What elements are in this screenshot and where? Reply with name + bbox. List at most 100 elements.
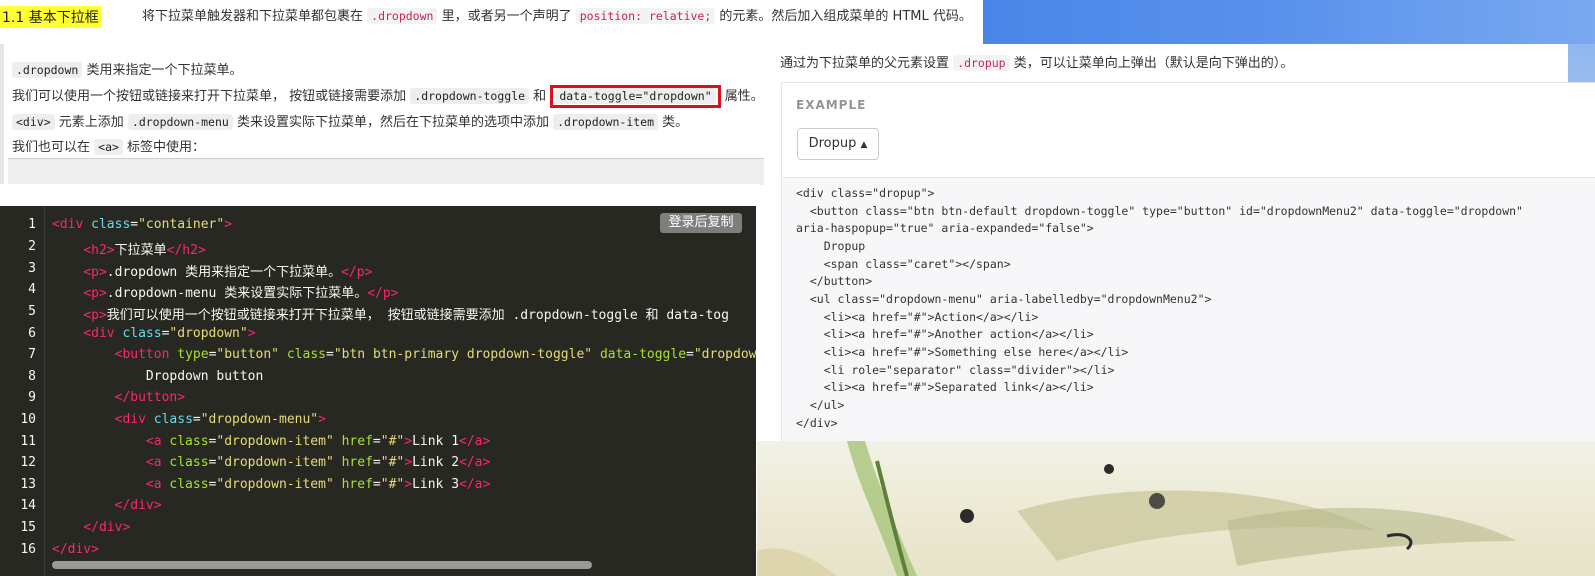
inline-code: .dropdown [12,62,83,78]
intro-text: 的元素。然后加入组成菜单的 HTML 代码。 [715,9,972,24]
example-code-line: <li><a href="#">Action</a></li> [796,310,1039,324]
article-text: 属性。 [720,89,764,104]
code-text: Link 1 [412,434,460,449]
copy-after-login-button[interactable]: 登录后复制 [660,213,742,233]
article-body: .dropdown 类用来指定一个下拉菜单。 我们可以使用一个按钮或链接来打开下… [0,44,764,185]
code-line: <h2>下拉菜单</h2> [83,243,206,258]
example-code-line: <li><a href="#">Another action</a></li> [796,327,1094,341]
example-label: EXAMPLE [796,98,867,112]
article-text: 标签中使用： [122,140,206,155]
background-banner [983,0,1595,44]
article-text: 和 [529,89,551,104]
spacer [0,184,760,206]
example-code-line: <ul class="dropdown-menu" aria-labelledb… [796,292,1212,306]
example-code-line: <li><a href="#">Something else here</a><… [796,345,1129,359]
intro-text: 里，或者另一个声明了 [437,9,576,24]
article-text: 元素上添加 [54,115,128,130]
code-line: <button type="button" class="btn btn-pri… [114,347,756,362]
article-line: .dropdown 类用来指定一个下拉菜单。 [12,59,242,78]
article-text: 类来设置实际下拉菜单，然后在下拉菜单的选项中添加 [232,115,554,130]
code-text: Link 2 [412,455,460,470]
article-text: 类。 [658,115,689,130]
example-code-line: <button class="btn btn-default dropdown-… [796,204,1523,218]
code-line: <p>我们可以使用一个按钮或链接来打开下拉菜单， 按钮或链接需要添加 .drop… [83,308,729,323]
code-line: </div> [52,542,99,557]
dropup-button-label: Dropup [808,136,857,151]
example-code-line: </div> [796,416,838,430]
code-block-preview [8,158,764,185]
code-text: .dropdown 类用来指定一个下拉菜单。 [106,265,342,280]
article-text: 类用来指定一个下拉菜单。 [82,63,243,78]
example-code-line: <li role="separator" class="divider"></l… [796,363,1115,377]
line-number: 5 [28,304,36,319]
article-text: 我们也可以在 [12,140,95,155]
inline-code: <a> [94,139,123,155]
line-number: 4 [28,282,36,297]
line-number: 10 [20,412,36,427]
example-code-line: <li><a href="#">Separated link</a></li> [796,380,1094,394]
intro-code-position: position: relative; [575,8,716,24]
dropup-text: 类，可以让菜单向上弹出（默认是向下弹出的）。 [1009,56,1294,71]
line-number: 7 [28,347,36,362]
code-text: Dropdown button [145,369,264,384]
section-title: 1.1 基本下拉框 [0,6,101,28]
code-line: <a class="dropdown-item" href="#">Link 3… [145,477,491,492]
section-heading: 1.1 基本下拉框 [0,0,130,40]
code-line: <p>.dropdown-menu 类来设置实际下拉菜单。</p> [83,286,399,301]
dropup-button[interactable]: Dropup ▲ [797,128,879,160]
code-line: </button> [114,390,186,405]
example-code-line: Dropup [796,239,866,253]
example-card: EXAMPLE Dropup ▲ [781,82,1595,178]
example-code-line: <span class="caret"></span> [796,257,1011,271]
code-text: .dropdown-menu 类来设置实际下拉菜单。 [106,286,368,301]
line-number: 16 [20,542,36,557]
code-line: <div class="dropdown"> [83,326,256,341]
code-text: Link 3 [412,477,460,492]
code-line: <a class="dropdown-item" href="#">Link 2… [145,455,491,470]
code-line: <div class="dropdown-menu"> [114,412,326,427]
horizontal-scrollbar[interactable] [52,561,592,569]
code-text: 下拉菜单 [114,243,167,258]
inline-code: <div> [12,114,55,130]
line-number: 13 [20,477,36,492]
code-line: <a class="dropdown-item" href="#">Link 1… [145,434,491,449]
code-line: Dropdown button [52,369,263,384]
article-text: 我们可以使用一个按钮或链接来打开下拉菜单， 按钮或链接需要添加 [12,89,411,104]
example-code-line: </button> [796,274,873,288]
code-line: </div> [114,498,162,513]
inline-code-dropup: .dropup [953,55,1010,71]
line-number: 6 [28,326,36,341]
line-number: 3 [28,261,36,276]
dropup-description: 通过为下拉菜单的父元素设置 .dropup 类，可以让菜单向上弹出（默认是向下弹… [780,52,1293,71]
inline-code-highlighted: data-toggle="dropdown" [555,88,716,104]
article-line: 我们可以使用一个按钮或链接来打开下拉菜单， 按钮或链接需要添加 .dropdow… [12,85,764,108]
code-line: <p>.dropdown 类用来指定一个下拉菜单。</p> [83,265,373,280]
line-number: 2 [28,239,36,254]
code-line: <div class="container"> [52,217,233,232]
caret-up-icon: ▲ [860,140,868,150]
code-text: 我们可以使用一个按钮或链接来打开下拉菜单， 按钮或链接需要添加 .dropdow… [106,308,729,323]
intro-text: 将下拉菜单触发器和下拉菜单都包裹在 [142,9,368,24]
background-painting [757,441,1595,576]
intro-paragraph: 将下拉菜单触发器和下拉菜单都包裹在 .dropdown 里，或者另一个声明了 p… [130,0,980,44]
article-line: <div> 元素上添加 .dropdown-menu 类来设置实际下拉菜单，然后… [12,111,688,130]
intro-code-dropdown: .dropdown [367,8,438,24]
example-code-line: </ul> [796,398,845,412]
line-number: 1 [28,217,36,232]
line-number: 15 [20,520,36,535]
code-editor[interactable]: 1 2 3 4 5 6 7 8 9 10 11 12 13 14 15 16 <div class="cont… [0,206,756,576]
line-number: 14 [20,498,36,513]
article-line: 我们也可以在 <a> 标签中使用： [12,136,205,155]
example-code-line: <div class="dropup"> [796,186,935,200]
line-number: 9 [28,390,36,405]
example-code-block: <div class="dropup"> <button class="btn … [781,177,1595,443]
inline-code: .dropdown-item [553,114,659,130]
line-number: 8 [28,369,36,384]
inline-code: .dropdown-menu [127,114,233,130]
dropup-text: 通过为下拉菜单的父元素设置 [780,56,954,71]
highlight-box: data-toggle="dropdown" [550,85,721,108]
example-code-line: aria-haspopup="true" aria-expanded="fals… [796,221,1094,235]
line-number: 11 [20,434,36,449]
code-line: </div> [83,520,131,535]
inline-code: .dropdown-toggle [410,88,530,104]
